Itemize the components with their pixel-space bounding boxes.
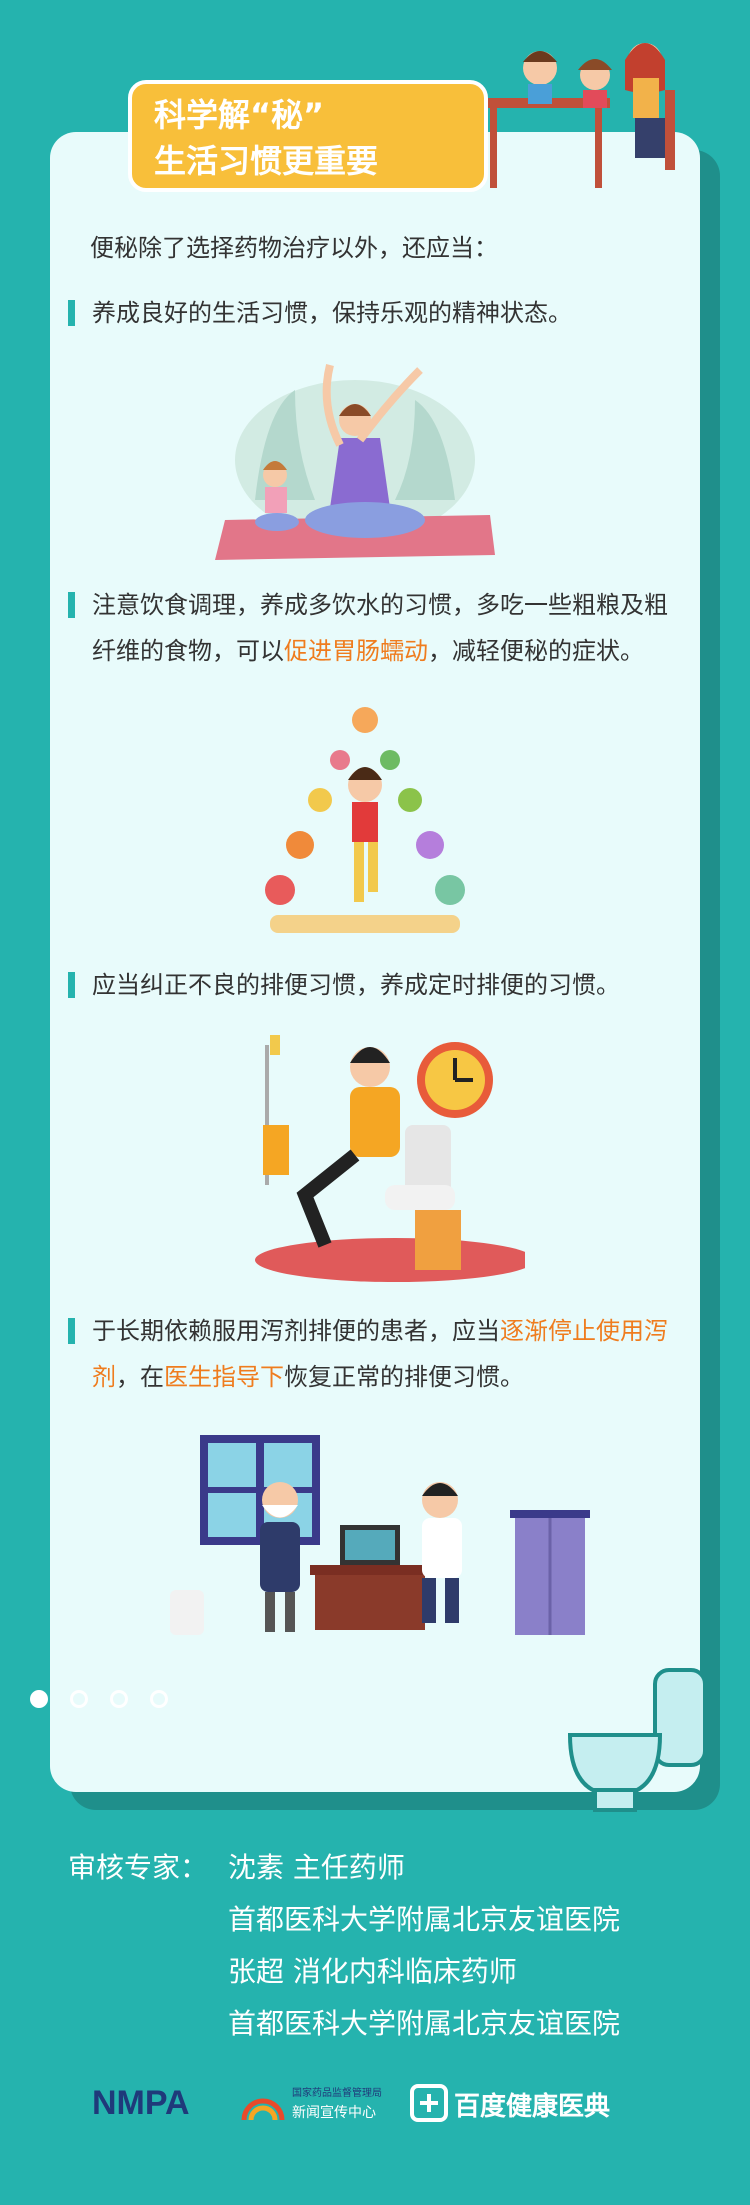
point-3: 应当纠正不良的排便习惯，养成定时排便的习惯。 <box>68 962 668 1008</box>
expert-2: 张超 消化内科临床药师 <box>228 1955 517 1988</box>
footer-logos: NMPA 国家药品监督管理局 新闻宣传中心 百度健康医典 <box>92 2080 662 2130</box>
point-2-text-post: ，减轻便秘的症状。 <box>428 637 644 665</box>
title-line-2: 生活习惯更重要 <box>154 142 379 180</box>
bullet-bar <box>68 972 75 998</box>
family-illustration <box>480 43 675 188</box>
baidu-health-logo: 百度健康医典 <box>454 2092 611 2122</box>
point-1: 养成良好的生活习惯，保持乐观的精神状态。 <box>68 290 668 336</box>
food-pyramid-illustration <box>265 707 465 933</box>
carousel-dot-2[interactable] <box>70 1690 88 1708</box>
point-2: 注意饮食调理，养成多饮水的习惯，多吃一些粗粮及粗纤维的食物，可以促进胃肠蠕动，减… <box>68 582 668 674</box>
expert-1: 沈素 主任药师 <box>228 1851 405 1884</box>
point-4-text-pre: 于长期依赖服用泻剂排便的患者，应当 <box>92 1317 500 1345</box>
nmpa-subtitle-1: 国家药品监督管理局 <box>292 2088 382 2099</box>
reviewer-label: 审核专家： <box>68 1851 209 1884</box>
nmpa-logo: NMPA <box>92 2084 190 2122</box>
point-4-text-post: 恢复正常的排便习惯。 <box>284 1363 524 1391</box>
point-3-text: 应当纠正不良的排便习惯，养成定时排便的习惯。 <box>92 971 620 999</box>
bullet-bar <box>68 592 75 618</box>
baidu-health-icon <box>410 2084 448 2122</box>
title-line-1: 科学解“秘” <box>154 96 325 134</box>
point-2-text: 注意饮食调理，养成多饮水的习惯，多吃一些粗粮及粗纤维的食物，可以促进胃肠蠕动，减… <box>92 582 668 674</box>
hospital-2: 首都医科大学附属北京友谊医院 <box>228 2007 621 2040</box>
bullet-bar <box>68 300 75 326</box>
toilet-clock-illustration <box>255 1035 525 1282</box>
point-2-highlight: 促进胃肠蠕动 <box>284 637 428 665</box>
carousel-dot-4[interactable] <box>150 1690 168 1708</box>
point-4-highlight-2: 医生指导下 <box>164 1363 284 1391</box>
intro-text: 便秘除了选择药物治疗以外，还应当： <box>90 234 498 262</box>
nmpa-subtitle-2: 新闻宣传中心 <box>292 2105 376 2121</box>
point-4: 于长期依赖服用泻剂排便的患者，应当逐渐停止使用泻剂，在医生指导下恢复正常的排便习… <box>68 1308 668 1400</box>
point-1-text: 养成良好的生活习惯，保持乐观的精神状态。 <box>92 299 572 327</box>
carousel-dot-3[interactable] <box>110 1690 128 1708</box>
toilet-icon <box>567 1668 707 1812</box>
point-4-text-mid: ，在 <box>116 1363 164 1391</box>
nmpa-emblem-icon <box>241 2098 285 2121</box>
bullet-bar <box>68 1318 75 1344</box>
title-banner: 科学解“秘” 生活习惯更重要 <box>128 80 488 192</box>
hospital-1: 首都医科大学附属北京友谊医院 <box>228 1903 621 1936</box>
point-4-text: 于长期依赖服用泻剂排便的患者，应当逐渐停止使用泻剂，在医生指导下恢复正常的排便习… <box>92 1308 668 1400</box>
carousel-dot-1[interactable] <box>30 1690 48 1708</box>
yoga-illustration <box>215 364 495 560</box>
doctor-visit-illustration <box>170 1435 590 1635</box>
